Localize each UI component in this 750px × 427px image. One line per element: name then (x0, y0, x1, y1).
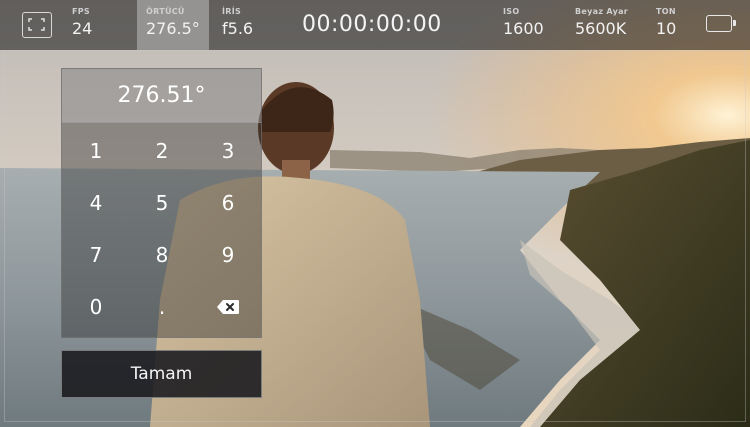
key-2[interactable]: 2 (129, 125, 195, 177)
shutter-value: 276.5° (146, 19, 200, 38)
numeric-keypad: 276.51° 1 2 3 4 5 6 7 8 9 0 . (61, 68, 262, 338)
fps-label: FPS (72, 7, 90, 16)
white-balance-value: 5600K (575, 19, 627, 38)
tint-value: 10 (656, 19, 677, 38)
key-0[interactable]: 0 (63, 281, 129, 333)
iso-control[interactable]: ISO 1600 (503, 7, 544, 40)
done-button[interactable]: Tamam (61, 350, 262, 398)
battery-icon (706, 15, 736, 32)
key-4[interactable]: 4 (63, 177, 129, 229)
camera-viewfinder: FPS 24 ÖRTÜCÜ 276.5° İRİS f5.6 00:00:00:… (0, 0, 750, 427)
key-8[interactable]: 8 (129, 229, 195, 281)
key-9[interactable]: 9 (195, 229, 261, 281)
key-6[interactable]: 6 (195, 177, 261, 229)
iris-value: f5.6 (222, 19, 254, 38)
shutter-control[interactable]: ÖRTÜCÜ 276.5° (137, 0, 209, 50)
key-7[interactable]: 7 (63, 229, 129, 281)
fps-value: 24 (72, 19, 93, 38)
backspace-button[interactable] (195, 281, 261, 333)
fps-control[interactable]: FPS 24 (72, 7, 92, 40)
key-3[interactable]: 3 (195, 125, 261, 177)
timecode-display[interactable]: 00:00:00:00 (302, 12, 442, 37)
tint-control[interactable]: TON 10 (656, 7, 676, 40)
iso-label: ISO (503, 7, 520, 16)
key-decimal[interactable]: . (129, 281, 195, 333)
key-1[interactable]: 1 (63, 125, 129, 177)
tint-label: TON (656, 7, 676, 16)
white-balance-control[interactable]: Beyaz Ayar 5600K (575, 7, 628, 40)
white-balance-label: Beyaz Ayar (575, 7, 629, 16)
keypad-display: 276.51° (62, 69, 261, 123)
shutter-label: ÖRTÜCÜ (146, 7, 185, 16)
frame-fit-icon (28, 18, 45, 31)
status-bar: FPS 24 ÖRTÜCÜ 276.5° İRİS f5.6 00:00:00:… (0, 0, 750, 50)
iso-value: 1600 (503, 19, 544, 38)
iris-control[interactable]: İRİS f5.6 (222, 7, 253, 40)
iris-label: İRİS (222, 7, 242, 16)
frame-fit-button[interactable] (22, 12, 52, 38)
key-5[interactable]: 5 (129, 177, 195, 229)
backspace-icon (217, 300, 239, 314)
